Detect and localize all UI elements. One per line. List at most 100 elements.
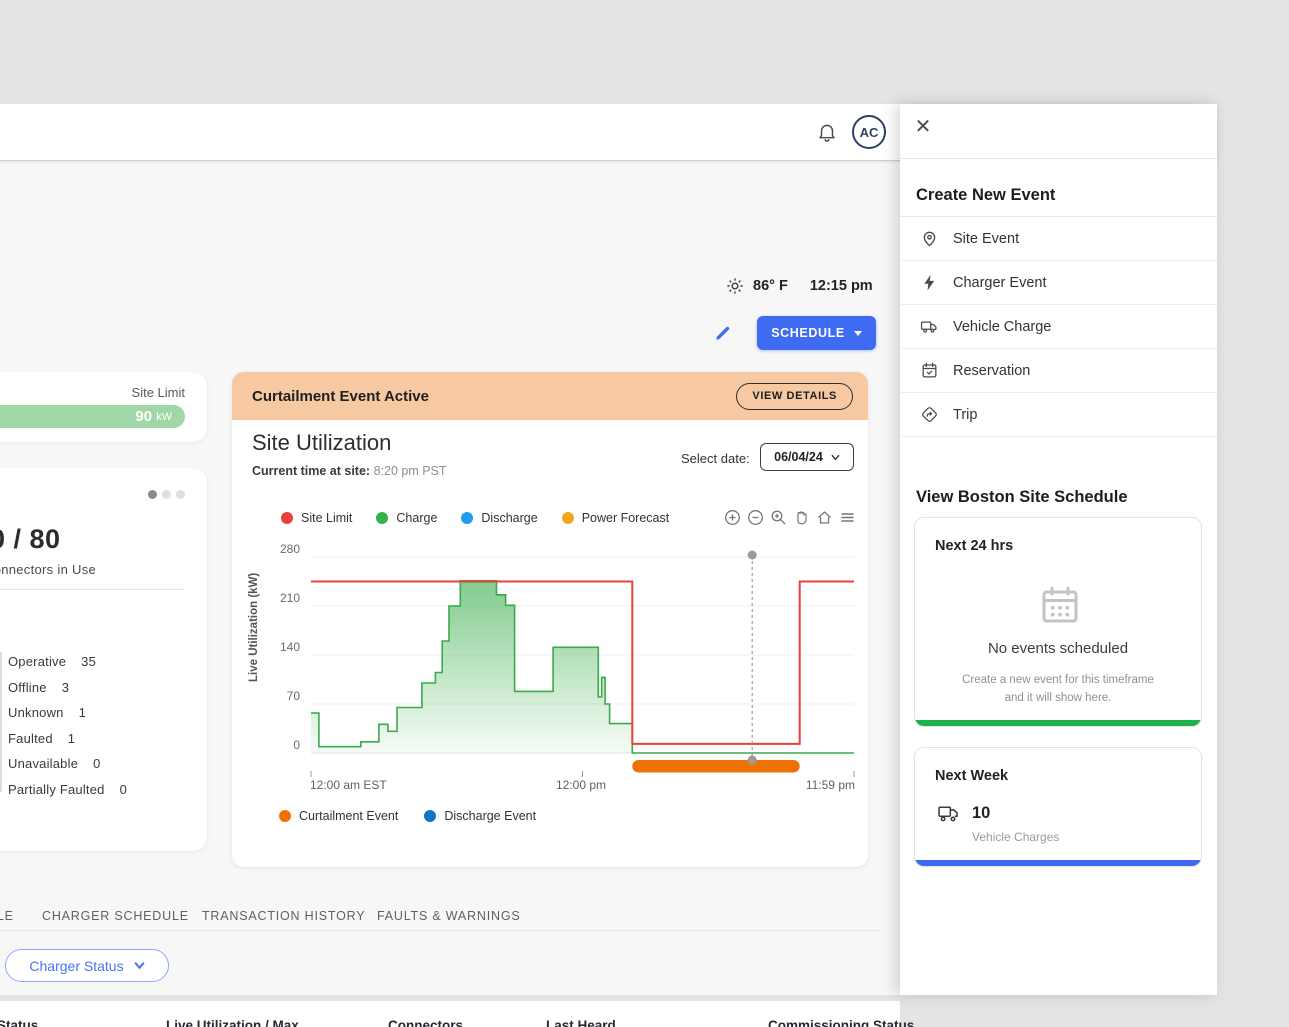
menu-item-site-event[interactable]: Site Event <box>900 217 1217 261</box>
schedule-button[interactable]: SCHEDULE <box>757 316 876 350</box>
y-tick: 140 <box>232 640 300 654</box>
charger-status-filter[interactable]: Charger Status <box>5 949 169 982</box>
x-tick-end: 11:59 pm <box>755 778 855 792</box>
menu-item-trip[interactable]: Trip <box>900 393 1217 437</box>
site-limit-unit: kW <box>156 411 172 423</box>
status-row-unknown: Unknown1 <box>8 700 197 726</box>
legend-charge[interactable]: Charge <box>376 511 437 525</box>
chart-toolbar <box>724 509 856 526</box>
curtailment-banner-title: Curtailment Event Active <box>252 388 429 405</box>
legend-site-limit[interactable]: Site Limit <box>281 511 352 525</box>
edit-pencil-icon[interactable] <box>714 324 732 342</box>
blue-accent-bar <box>915 860 1201 866</box>
legend-discharge[interactable]: Discharge <box>461 511 537 525</box>
temperature: 86° F <box>753 278 788 294</box>
x-tick-noon: 12:00 pm <box>529 778 633 792</box>
screen: AC 86° F 12:15 pm SCHEDULE Site Limit 90… <box>0 0 1289 1027</box>
charger-status-list: Operative35 Offline3 Unknown1 Faulted1 U… <box>8 649 197 802</box>
home-icon[interactable] <box>816 509 833 526</box>
status-row-offline: Offline3 <box>8 675 197 701</box>
divider <box>900 158 1217 159</box>
tab-faults-warnings[interactable]: FAULTS & WARNINGS <box>377 909 520 923</box>
legend-curtailment-event: Curtailment Event <box>279 809 398 823</box>
vehicle-charges-count-row: 10 <box>937 804 990 823</box>
view-details-button[interactable]: VIEW DETAILS <box>736 383 853 410</box>
y-axis-title: Live Utilization (kW) <box>248 573 260 682</box>
site-limit-value: 90 <box>135 408 152 425</box>
divider <box>0 589 185 590</box>
tab-site-schedule[interactable]: SITE SCHEDULE <box>0 909 14 923</box>
avatar[interactable]: AC <box>852 115 886 149</box>
chevron-down-icon <box>134 960 145 971</box>
site-limit-label: Site Limit <box>132 385 185 400</box>
site-utilization-card: Curtailment Event Active VIEW DETAILS Si… <box>232 372 868 867</box>
truck-icon <box>937 805 960 823</box>
truck-icon <box>920 317 939 336</box>
weather-widget: 86° F 12:15 pm <box>725 276 873 296</box>
next-24hrs-title: Next 24 hrs <box>935 538 1013 554</box>
location-pin-icon <box>920 229 939 248</box>
vehicle-charges-count: 10 <box>972 804 990 823</box>
menu-item-charger-event[interactable]: Charger Event <box>900 261 1217 305</box>
col-connectors: Connectors <box>388 1018 463 1027</box>
sun-icon <box>725 276 745 296</box>
site-limit-card: Site Limit 90 kW <box>0 372 207 442</box>
y-tick: 210 <box>232 591 300 605</box>
chevron-down-icon <box>831 453 840 462</box>
menu-icon[interactable] <box>839 509 856 526</box>
connectors-card: 0 / 80 Connectors in Use Operative35 Off… <box>0 468 207 851</box>
status-row-partially-faulted: Partially Faulted0 <box>8 777 197 803</box>
avatar-initials: AC <box>860 125 879 140</box>
next-24hrs-card[interactable]: Next 24 hrs No events scheduled Create a… <box>914 517 1202 727</box>
menu-item-reservation[interactable]: Reservation <box>900 349 1217 393</box>
carousel-dots[interactable] <box>148 490 185 499</box>
pan-hand-icon[interactable] <box>793 509 810 526</box>
status-row-unavailable: Unavailable0 <box>8 751 197 777</box>
site-limit-gauge: 90 kW <box>0 405 185 428</box>
chart-legend: Site Limit Charge Discharge Power Foreca… <box>281 511 669 525</box>
close-icon[interactable]: ✕ <box>912 116 934 138</box>
col-status: Status <box>0 1018 38 1027</box>
create-event-panel: ✕ Create New Event Site Event Charger Ev… <box>900 104 1217 995</box>
donut-chart-edge <box>0 652 2 792</box>
schedule-heading: View Boston Site Schedule <box>916 488 1128 507</box>
chevron-down-icon <box>854 331 862 336</box>
legend-power-forecast[interactable]: Power Forecast <box>562 511 670 525</box>
utilization-chart[interactable] <box>310 549 855 779</box>
next-week-title: Next Week <box>935 768 1008 784</box>
zoom-out-icon[interactable] <box>747 509 764 526</box>
current-time-at-site: Current time at site: 8:20 pm PST <box>252 464 447 478</box>
no-events-text: No events scheduled <box>915 640 1201 657</box>
lightning-bolt-icon <box>920 273 939 292</box>
y-tick: 280 <box>232 542 300 556</box>
schedule-button-label: SCHEDULE <box>771 326 845 340</box>
tab-charger-schedule[interactable]: CHARGER SCHEDULE <box>42 909 189 923</box>
next-week-card[interactable]: Next Week 10 Vehicle Charges <box>914 747 1202 867</box>
status-row-faulted: Faulted1 <box>8 726 197 752</box>
x-tick-start: 12:00 am EST <box>310 778 387 792</box>
status-row-operative: Operative35 <box>8 649 197 675</box>
tab-bar: SITE SCHEDULE CHARGER SCHEDULE TRANSACTI… <box>0 902 881 931</box>
menu-item-vehicle-charge[interactable]: Vehicle Charge <box>900 305 1217 349</box>
calendar-empty-icon <box>1039 584 1081 626</box>
date-select[interactable]: 06/04/24 <box>760 443 854 471</box>
vehicle-charges-caption: Vehicle Charges <box>972 830 1059 844</box>
tab-transaction-history[interactable]: TRANSACTION HISTORY <box>202 909 365 923</box>
empty-hint-line2: and it will show here. <box>915 692 1201 704</box>
legend-discharge-event: Discharge Event <box>424 809 536 823</box>
notifications-bell-icon[interactable] <box>816 121 838 143</box>
connectors-usage: 0 / 80 <box>0 524 61 555</box>
zoom-select-icon[interactable] <box>770 509 787 526</box>
local-time: 12:15 pm <box>810 278 873 294</box>
y-tick: 0 <box>232 738 300 752</box>
panel-title: Create New Event <box>916 186 1055 205</box>
col-last-heard: Last Heard <box>546 1018 616 1027</box>
curtailment-banner: Curtailment Event Active VIEW DETAILS <box>232 372 868 420</box>
empty-hint-line1: Create a new event for this timeframe <box>915 674 1201 686</box>
event-type-menu: Site Event Charger Event Vehicle Charge … <box>900 217 1217 437</box>
select-date-label: Select date: <box>681 451 750 466</box>
zoom-in-icon[interactable] <box>724 509 741 526</box>
chart-title: Site Utilization <box>252 430 391 456</box>
y-tick: 70 <box>232 689 300 703</box>
navigation-diamond-icon <box>920 405 939 424</box>
